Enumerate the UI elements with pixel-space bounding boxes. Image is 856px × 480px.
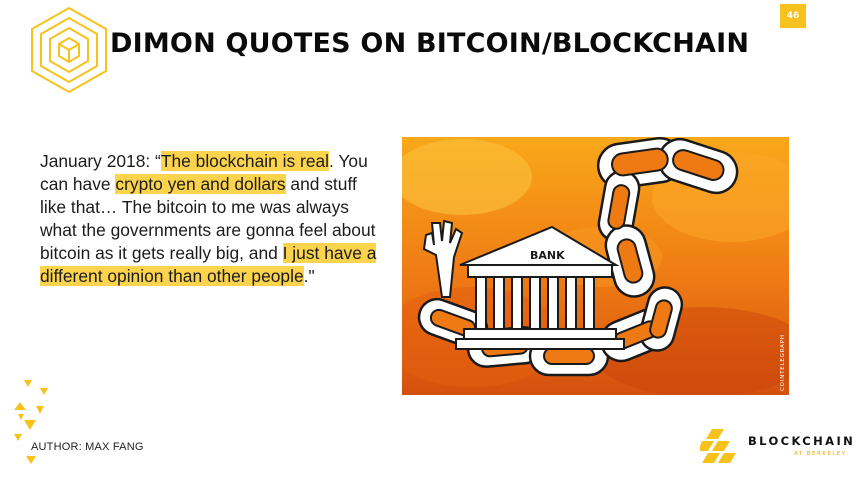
bank-sign-text: BANK (530, 249, 565, 262)
quote-text-3: ." (303, 266, 315, 286)
watermark-text: COINTELEGRAPH (780, 334, 786, 391)
quote-lead: January 2018: “ (40, 151, 161, 171)
triangles-decoration-icon (14, 380, 48, 464)
slide-title: DIMON QUOTES ON BITCOIN/BLOCKCHAIN (110, 28, 750, 59)
quote-highlight-2: crypto yen and dollars (115, 174, 286, 194)
chained-bank-illustration: BANK COINTELEGRAPH (402, 137, 789, 395)
brand-name: BLOCKCHAIN (748, 434, 856, 448)
author-credit: AUTHOR: MAX FANG (31, 441, 144, 453)
blockchain-at-berkeley-logo-icon (700, 429, 736, 463)
quote-highlight-1: The blockchain is real (160, 151, 330, 171)
hexagon-cube-logo-icon (31, 6, 107, 94)
brand-subtitle: AT BERKELEY (794, 451, 847, 457)
quote-text: January 2018: “The blockchain is real. Y… (40, 150, 385, 288)
page-number-badge: 46 (780, 4, 806, 28)
